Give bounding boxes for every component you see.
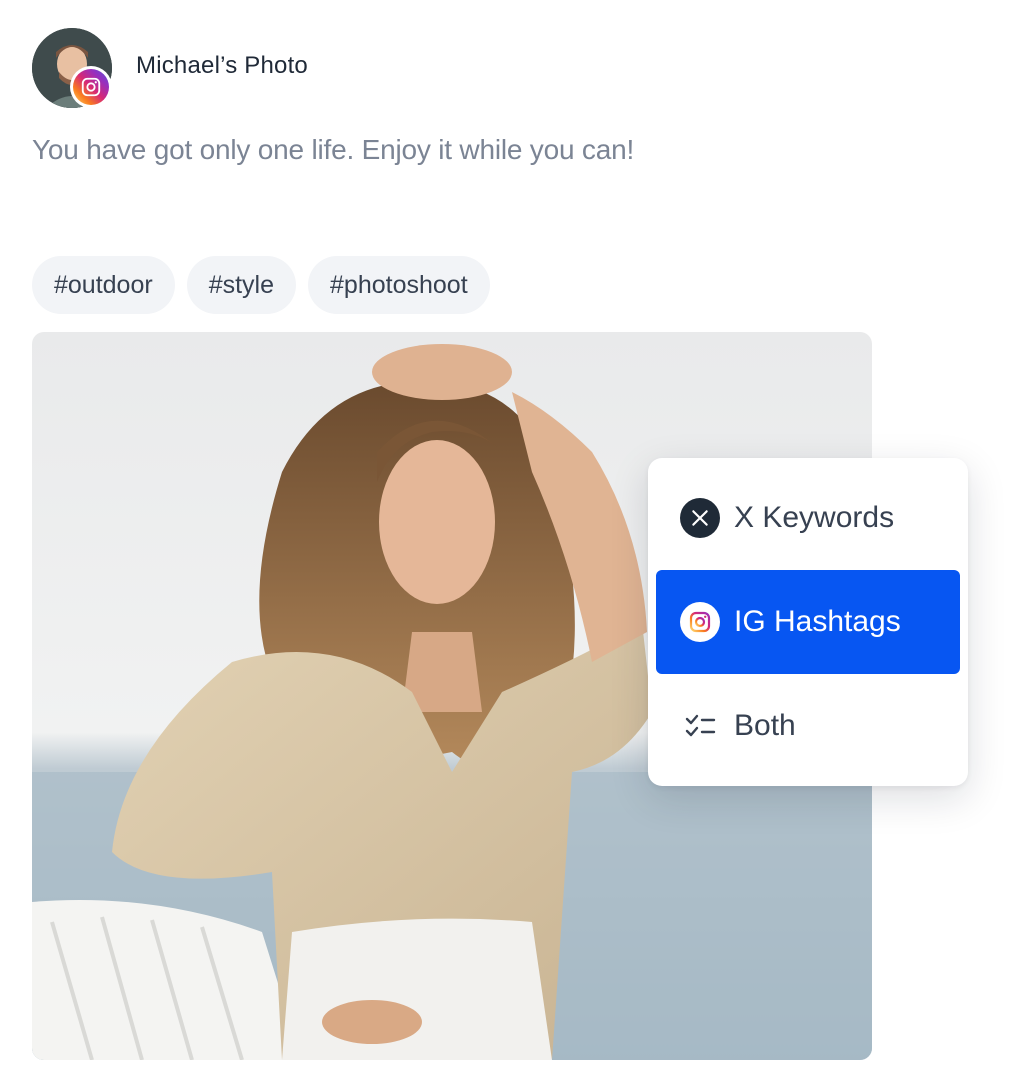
menu-item-ig-hashtags[interactable]: IG Hashtags	[656, 570, 960, 674]
hashtag-chip[interactable]: #outdoor	[32, 256, 175, 314]
hashtag-list: #outdoor #style #photoshoot	[32, 256, 490, 314]
instagram-badge-icon	[70, 66, 112, 108]
instagram-icon	[680, 602, 720, 642]
menu-item-label: IG Hashtags	[734, 605, 901, 638]
menu-item-label: Both	[734, 709, 796, 742]
post-caption: You have got only one life. Enjoy it whi…	[32, 134, 635, 165]
menu-item-label: X Keywords	[734, 501, 895, 534]
avatar[interactable]	[32, 28, 112, 108]
menu-item-both[interactable]: Both	[656, 674, 960, 778]
hashtag-chip[interactable]: #photoshoot	[308, 256, 490, 314]
hashtag-chip[interactable]: #style	[186, 256, 297, 314]
x-logo-icon	[680, 498, 720, 538]
network-select-menu: X Keywords IG Hashtags Both	[648, 458, 968, 786]
author-name[interactable]: Michael’s Photo	[136, 52, 308, 80]
menu-item-x-keywords[interactable]: X Keywords	[656, 466, 960, 570]
checklist-icon	[680, 706, 720, 746]
